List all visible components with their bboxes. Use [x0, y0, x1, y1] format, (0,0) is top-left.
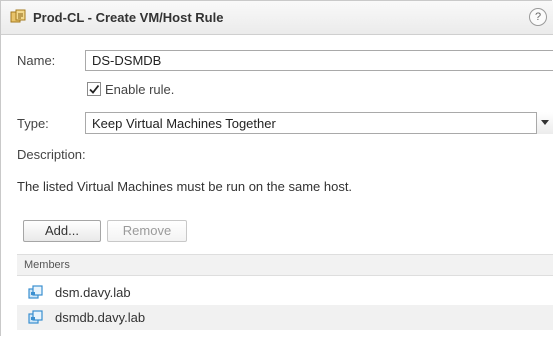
members-column-header[interactable]: Members: [17, 254, 553, 276]
type-select[interactable]: Keep Virtual Machines Together: [85, 112, 553, 134]
remove-button[interactable]: Remove: [107, 220, 187, 242]
name-label: Name:: [17, 53, 56, 68]
description-text: The listed Virtual Machines must be run …: [17, 179, 353, 194]
vm-icon: [28, 285, 43, 299]
checkmark-icon: [89, 84, 100, 94]
member-name: dsmdb.davy.lab: [55, 310, 146, 325]
add-button[interactable]: Add...: [23, 220, 101, 242]
type-label: Type:: [17, 116, 49, 131]
type-dropdown-button[interactable]: [536, 112, 553, 134]
member-row[interactable]: dsmdb.davy.lab: [17, 305, 553, 330]
vm-icon: [28, 310, 43, 324]
member-name: dsm.davy.lab: [55, 285, 131, 300]
create-vm-host-rule-dialog: Prod-CL - Create VM/Host Rule ? Name: En…: [0, 0, 553, 336]
name-input[interactable]: [85, 50, 553, 71]
member-row[interactable]: dsm.davy.lab: [17, 280, 553, 305]
help-icon[interactable]: ?: [529, 8, 547, 26]
enable-rule-label: Enable rule.: [105, 82, 175, 97]
type-select-value: Keep Virtual Machines Together: [92, 116, 276, 131]
dialog-title: Prod-CL - Create VM/Host Rule: [33, 10, 224, 25]
chevron-down-icon: [541, 120, 549, 125]
enable-rule-checkbox[interactable]: [87, 82, 101, 96]
members-header-label: Members: [24, 259, 70, 271]
dialog-titlebar: Prod-CL - Create VM/Host Rule ?: [1, 1, 553, 35]
description-label: Description:: [17, 147, 86, 162]
rule-icon: [10, 9, 26, 23]
